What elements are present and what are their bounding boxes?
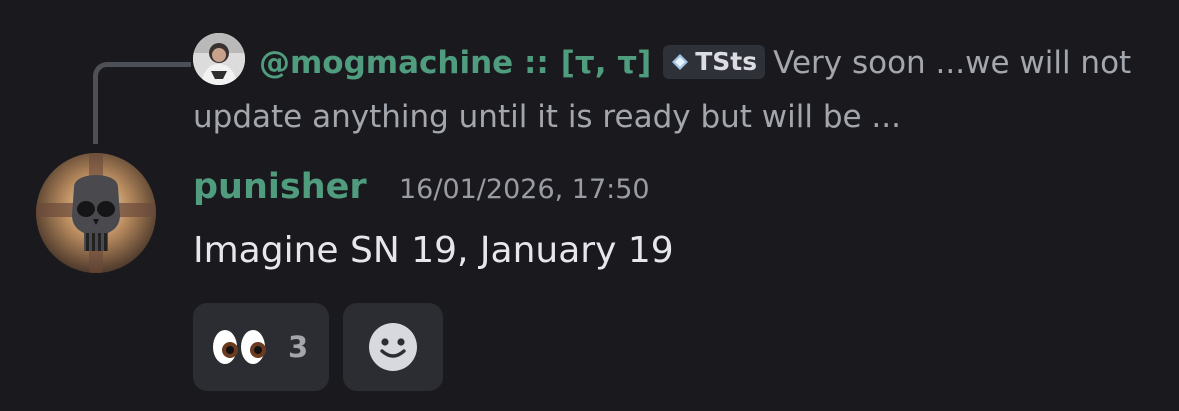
reaction-eyes[interactable]: 3 — [193, 303, 329, 391]
author-avatar[interactable] — [36, 153, 156, 273]
reply-connector — [93, 62, 191, 144]
reaction-count: 3 — [288, 330, 309, 364]
diamond-sparkle-icon — [672, 54, 689, 70]
smiley-add-reaction-icon — [369, 323, 417, 371]
add-reaction-button[interactable] — [343, 303, 443, 391]
reply-author[interactable]: @mogmachine :: — [259, 45, 549, 81]
replied-message[interactable]: @mogmachine :: [τ, τ] TSts Very soon ...we … — [193, 36, 1153, 144]
message-author[interactable]: punisher — [193, 162, 367, 212]
eyes-icon — [213, 330, 266, 364]
reply-badge-label: TSts — [695, 47, 758, 76]
message-content: Imagine SN 19, January 19 — [193, 230, 674, 271]
message-timestamp: 16/01/2026, 17:50 — [399, 174, 650, 205]
reply-badge[interactable]: TSts — [663, 45, 766, 79]
reply-tag: [τ, τ] — [560, 45, 652, 81]
punisher-skull-avatar-icon — [36, 153, 156, 273]
